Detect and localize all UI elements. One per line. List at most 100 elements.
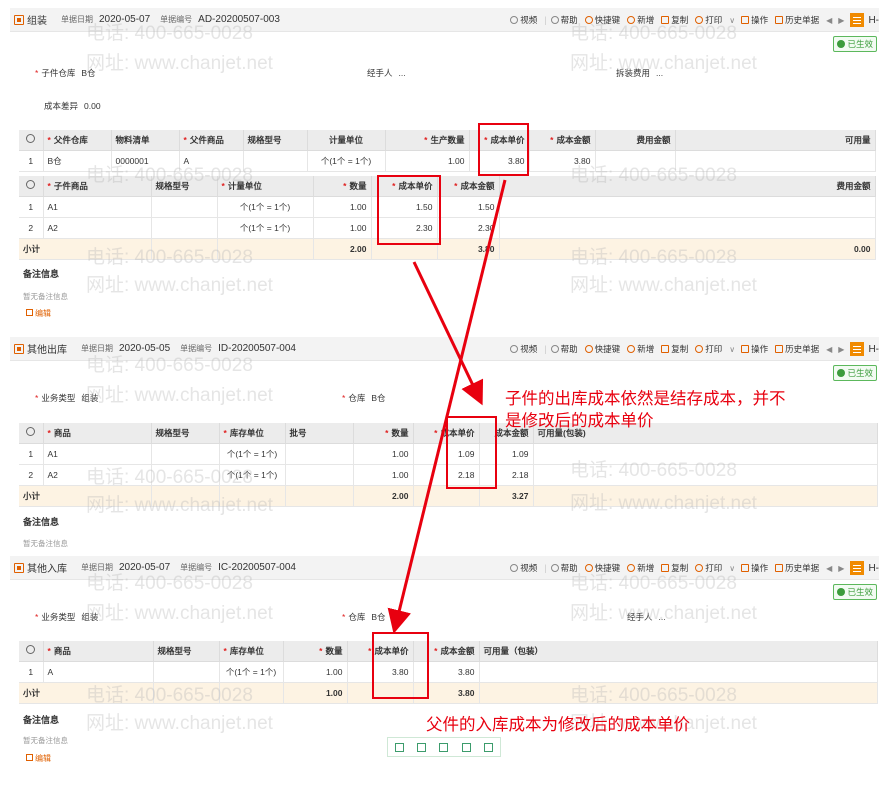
shortcut-button[interactable]: 快捷键	[584, 14, 620, 26]
more-label: H-	[868, 14, 879, 26]
settings-gear-icon[interactable]	[19, 423, 44, 444]
prev-icon[interactable]: ◀	[826, 564, 832, 573]
biz-type-field[interactable]: * 业务类型 组装	[35, 392, 98, 404]
plus-icon	[627, 564, 636, 572]
table-row[interactable]: 1 B仓 0000001 A 个(1个 = 1个) 1.00 3.80 3.80	[19, 150, 876, 172]
print-dropdown-icon[interactable]: ∨	[729, 345, 735, 354]
prev-icon[interactable]: ◀	[826, 16, 832, 25]
help-button[interactable]: 帮助	[550, 343, 578, 355]
document-title: 其他出库	[27, 345, 67, 356]
print-dropdown-icon[interactable]: ∨	[729, 564, 735, 573]
settings-gear-icon[interactable]	[19, 176, 44, 197]
copy-button[interactable]: 复制	[661, 343, 688, 355]
child-cost-note: 子件的出库成本依然是结存成本，并不 是修改后的成本单价	[505, 389, 786, 430]
plus-icon	[627, 16, 636, 24]
menu-icon[interactable]	[850, 13, 865, 27]
assembly-toolbar: 组装 单据日期 2020-05-07 单据编号 AD-20200507-003 …	[10, 8, 879, 32]
history-button[interactable]: 历史单据	[775, 562, 819, 574]
col-batch: 批号	[285, 423, 354, 444]
copy-icon	[661, 16, 670, 24]
next-icon[interactable]: ▶	[838, 345, 844, 354]
notes-empty: 暂无备注信息	[23, 736, 68, 745]
status-badge: 已生效	[833, 584, 877, 600]
table-row[interactable]: 1 A1 个(1个 = 1个) 1.00 1.50 1.50	[19, 196, 876, 218]
edit-notes-button[interactable]: 编辑	[26, 753, 51, 764]
table-row[interactable]: 1 A 个(1个 = 1个) 1.00 3.80 3.80	[19, 661, 878, 683]
disassembly-fee-field[interactable]: 拆装费用...	[616, 67, 663, 79]
print-button[interactable]: 打印	[695, 343, 722, 355]
actions-button[interactable]: 操作	[741, 562, 768, 574]
actions-icon	[741, 345, 750, 353]
handler-field[interactable]: 经手人...	[627, 611, 666, 623]
list-icon[interactable]	[439, 742, 449, 752]
notes-title: 备注信息	[23, 269, 60, 279]
export-icon[interactable]	[461, 742, 471, 752]
actions-button[interactable]: 操作	[741, 14, 768, 26]
col-unit: 计量单位	[307, 130, 386, 151]
save-icon[interactable]	[394, 742, 404, 752]
actions-button[interactable]: 操作	[741, 343, 768, 355]
print-button[interactable]: 打印	[695, 14, 722, 26]
highlight-child-unit-cost	[377, 175, 441, 245]
prev-icon[interactable]: ◀	[826, 345, 832, 354]
col-product: * 商品	[43, 423, 152, 444]
history-button[interactable]: 历史单据	[775, 343, 819, 355]
inbound-table: * 商品 规格型号 * 库存单位 * 数量 * 成本单价 * 成本金额 可用量（包装） 1…	[19, 641, 878, 704]
print-icon	[695, 345, 704, 353]
col-fee-amount: 费用金额	[595, 130, 676, 151]
settings-icon[interactable]	[484, 742, 494, 752]
help-button[interactable]: 帮助	[550, 562, 578, 574]
print-dropdown-icon[interactable]: ∨	[729, 16, 735, 25]
check-icon	[837, 588, 846, 596]
copy-button[interactable]: 复制	[661, 14, 688, 26]
col-parent-product: * 父件商品	[179, 130, 244, 151]
assembly-panel: 组装 单据日期 2020-05-07 单据编号 AD-20200507-003 …	[10, 8, 879, 326]
video-button[interactable]: 视频	[510, 343, 537, 355]
history-button[interactable]: 历史单据	[775, 14, 819, 26]
copy-button[interactable]: 复制	[661, 562, 688, 574]
print-icon	[695, 16, 704, 24]
video-button[interactable]: 视频	[510, 562, 537, 574]
floating-toolbar	[387, 737, 501, 757]
notes-empty: 暂无备注信息	[23, 539, 68, 548]
outbound-toolbar: 其他出库 单据日期 2020-05-05 单据编号 ID-20200507-00…	[10, 337, 879, 361]
warehouse-field[interactable]: * 仓库 B仓	[342, 611, 386, 623]
settings-gear-icon[interactable]	[19, 130, 44, 151]
document-icon	[14, 562, 24, 573]
shortcut-button[interactable]: 快捷键	[584, 562, 620, 574]
col-cost-amount: * 成本金额	[437, 176, 500, 197]
next-icon[interactable]: ▶	[838, 16, 844, 25]
new-button[interactable]: 新增	[627, 343, 654, 355]
new-button[interactable]: 新增	[627, 562, 654, 574]
actions-icon	[741, 564, 750, 572]
video-icon	[510, 564, 519, 572]
print-button[interactable]: 打印	[695, 562, 722, 574]
document-number: AD-20200507-003	[198, 14, 280, 25]
biz-type-field[interactable]: * 业务类型 组装	[35, 611, 98, 623]
document-number: IC-20200507-004	[218, 562, 296, 573]
notes-title: 备注信息	[23, 517, 60, 527]
toolbar-actions: 视频 | 帮助 快捷键 新增 复制 打印 ∨ 操作 历史单据 ◀ ▶ H-	[510, 8, 879, 32]
history-icon	[775, 345, 784, 353]
toolbar-actions: 视频 | 帮助 快捷键 新增 复制 打印 ∨ 操作 历史单据 ◀ ▶ H-	[510, 337, 879, 361]
settings-gear-icon[interactable]	[19, 641, 44, 662]
child-warehouse-field[interactable]: * 子件仓库 B仓	[35, 67, 96, 79]
edit-notes-button[interactable]: 编辑	[26, 308, 51, 319]
video-button[interactable]: 视频	[510, 14, 537, 26]
new-button[interactable]: 新增	[627, 14, 654, 26]
warehouse-field[interactable]: * 仓库 B仓	[342, 392, 386, 404]
document-title: 组装	[27, 16, 47, 27]
next-icon[interactable]: ▶	[838, 564, 844, 573]
document-icon	[14, 14, 24, 25]
handler-field[interactable]: 经手人...	[367, 67, 406, 79]
help-icon	[550, 345, 559, 353]
menu-icon[interactable]	[850, 561, 865, 575]
parent-cost-note: 父件的入库成本为修改后的成本单价	[426, 715, 690, 734]
help-button[interactable]: 帮助	[550, 14, 578, 26]
highlight-outbound-unit-cost	[446, 416, 497, 489]
expand-icon[interactable]	[417, 742, 427, 752]
menu-icon[interactable]	[850, 342, 865, 356]
shortcut-button[interactable]: 快捷键	[584, 343, 620, 355]
col-prod-qty: * 生产数量	[385, 130, 470, 151]
table-row[interactable]: 2 A2 个(1个 = 1个) 1.00 2.30 2.30	[19, 217, 876, 239]
